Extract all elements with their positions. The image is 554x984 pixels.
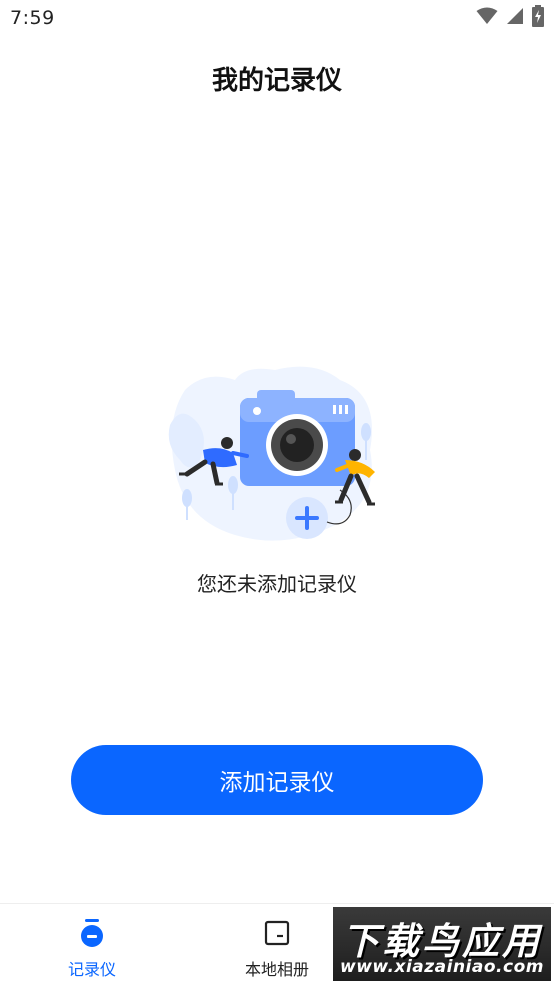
wifi-icon	[476, 7, 498, 29]
tab-recorder[interactable]: 记录仪	[23, 904, 161, 984]
status-bar: 7:59	[0, 0, 554, 38]
watermark-url: www.xiazainiao.com	[340, 957, 544, 977]
page-title: 我的记录仪	[211, 66, 342, 96]
tab-local-album-label: 本地相册	[244, 960, 309, 979]
watermark-logo: 下载鸟应用 www.xiazainiao.com	[333, 907, 551, 981]
status-icons	[476, 5, 544, 31]
album-icon	[263, 918, 291, 948]
cellular-signal-icon	[506, 7, 524, 29]
empty-state-message: 您还未添加记录仪	[197, 572, 357, 596]
battery-charging-icon	[532, 5, 544, 31]
add-recorder-button[interactable]: 添加记录仪	[71, 745, 483, 815]
status-time: 7:59	[10, 7, 55, 29]
app-screen: 7:59 我的记录仪 您还未添加记录仪 添加记录仪 记录仪 本地相册 下载鸟应用…	[0, 0, 554, 984]
tab-recorder-label: 记录仪	[67, 960, 116, 979]
camera-add-illustration	[165, 350, 385, 550]
recorder-icon	[78, 918, 106, 948]
tab-local-album[interactable]: 本地相册	[208, 904, 346, 984]
